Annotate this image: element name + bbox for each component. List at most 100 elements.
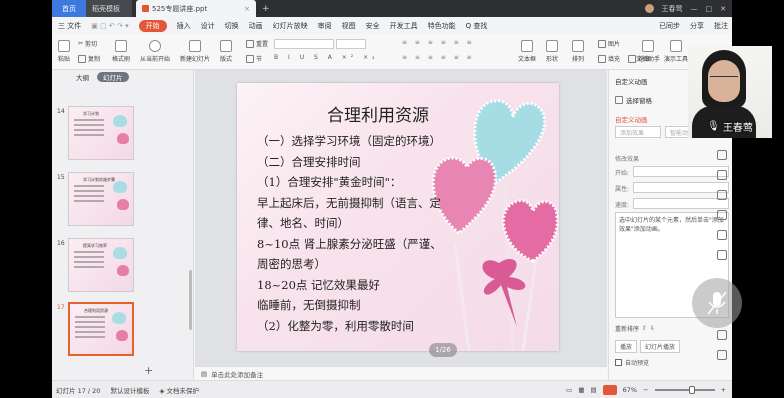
docer-tab[interactable]: 稻壳模板 (86, 0, 132, 17)
play-from-current-button[interactable]: 从当前开始 (140, 40, 170, 63)
quick-access-icons[interactable]: ▣ ▢ ↶ ↷ ▾ (91, 22, 128, 30)
move-down-icon[interactable]: ⇩ (650, 325, 655, 332)
view-sorter-icon[interactable]: ▦ (578, 386, 584, 394)
cut-button[interactable]: ✂ 剪切 (78, 39, 97, 48)
textbox-button[interactable]: 文本框 (518, 40, 536, 63)
user-avatar[interactable] (644, 4, 654, 13)
tab-slides[interactable]: 幻灯片 (97, 72, 129, 82)
menu-home[interactable]: 开始 (138, 19, 167, 32)
view-reading-icon[interactable]: ▤ (590, 386, 596, 394)
tab-outline[interactable]: 大纲 (76, 72, 89, 82)
layout-button[interactable]: 版式 (220, 40, 232, 63)
close-tab-icon[interactable]: × (244, 5, 250, 13)
mute-button[interactable] (692, 278, 742, 328)
design-template[interactable]: 默认设计模板 (110, 385, 149, 395)
help-icon[interactable] (717, 350, 727, 360)
location-icon[interactable] (717, 150, 727, 160)
menu-features[interactable]: 特色功能 (428, 21, 456, 31)
share-button[interactable]: 分享 (690, 21, 704, 31)
zoom-level[interactable]: 67% (623, 386, 637, 394)
menu-slideshow[interactable]: 幻灯片放映 (273, 21, 308, 31)
move-up-icon[interactable]: ⇧ (642, 325, 647, 332)
autopreview-row[interactable]: 自动预览 (615, 358, 649, 367)
picture-button[interactable]: 图片 (598, 39, 620, 48)
thumbnail-item[interactable]: 14 学习计划 (52, 106, 192, 164)
selection-pane-link[interactable]: 选择窗格 (615, 95, 652, 105)
modify-effect-heading: 修改效果 (615, 156, 640, 163)
thumbnail-heart-image (117, 133, 129, 144)
picture-icon (598, 39, 606, 48)
zoom-in-icon[interactable]: + (721, 386, 726, 394)
zoom-out-icon[interactable]: − (643, 386, 648, 394)
current-slide[interactable]: 合理利用资源 （一）选择学习环境（固定的环境） （二）合理安排时间 （1）合理安… (237, 83, 559, 351)
thumbnail-slide[interactable]: 提高学习效率 (68, 238, 134, 292)
font-size-select[interactable] (336, 39, 366, 49)
title-bar: 首页 稻壳模板 525专题讲座.ppt × + 王春莺 — □ ✕ (52, 0, 732, 17)
view-normal-icon[interactable]: ▭ (566, 386, 572, 394)
file-menu[interactable]: 三 文件 (58, 21, 81, 31)
thumbnail-item[interactable]: 15 学习计划实施步骤 (52, 172, 192, 230)
settings-icon[interactable] (717, 190, 727, 200)
brush-icon[interactable] (717, 170, 727, 180)
zoom-slider[interactable] (654, 385, 715, 394)
menu-security[interactable]: 安全 (366, 21, 380, 31)
play-row: 播放 幻灯片播放 (615, 340, 681, 353)
doc-assistant-button[interactable]: 文档助手 (636, 40, 660, 63)
document-tab[interactable]: 525专题讲座.ppt × (136, 0, 256, 17)
share-icon[interactable] (717, 250, 727, 260)
thumbnail-slide[interactable]: 学习计划 (68, 106, 134, 160)
add-effect-button[interactable]: 添加效果 (615, 126, 661, 138)
presenter-glasses (710, 76, 738, 82)
shape-button[interactable]: 形状 (546, 40, 558, 63)
copy-button[interactable]: 复制 (78, 54, 100, 63)
home-tab[interactable]: 首页 (52, 0, 86, 17)
fill-button[interactable]: 填充 (598, 54, 620, 63)
font-name-select[interactable] (274, 39, 334, 49)
menu-view[interactable]: 视图 (342, 21, 356, 31)
presenter-tools-button[interactable]: 演示工具 (664, 40, 688, 63)
menu-design[interactable]: 设计 (201, 21, 215, 31)
reset-button[interactable]: 重置 (246, 39, 268, 48)
download-icon[interactable] (717, 330, 727, 340)
paste-button[interactable]: 粘贴 (58, 40, 70, 63)
maximize-icon[interactable]: □ (706, 5, 713, 13)
align-buttons[interactable]: ≡ ≡ ≡ ≡ ≡ ≡ (402, 54, 475, 61)
menu-animation[interactable]: 动画 (249, 21, 263, 31)
comment-button[interactable]: 批注 (714, 21, 728, 31)
sync-status[interactable]: 已同步 (659, 21, 680, 31)
slide-title[interactable]: 合理利用资源 (327, 101, 429, 126)
thumbnail-slide[interactable]: 学习计划实施步骤 (68, 172, 134, 226)
new-slide-button[interactable]: 新建幻灯片 (180, 40, 210, 63)
status-bar-right: ▭ ▦ ▤ 67% − + (566, 384, 732, 395)
autopreview-checkbox[interactable] (615, 359, 622, 366)
zoom-slider-knob[interactable] (688, 385, 695, 394)
menu-insert[interactable]: 插入 (177, 21, 191, 31)
slide-body-text[interactable]: （一）选择学习环境（固定的环境） （二）合理安排时间 （1）合理安排"黄金时间"… (257, 131, 477, 336)
menu-review[interactable]: 审阅 (318, 21, 332, 31)
chart-icon[interactable] (717, 210, 727, 220)
notes-area[interactable]: ▤ 单击此处添加备注 (195, 366, 607, 380)
thumbnail-item[interactable]: 16 提高学习效率 (52, 238, 192, 296)
new-tab-icon[interactable]: + (262, 4, 270, 14)
shape-icon[interactable] (717, 230, 727, 240)
add-slide-icon[interactable]: + (144, 364, 153, 377)
menu-transition[interactable]: 切换 (225, 21, 239, 31)
thumbnail-item-selected[interactable]: 17 合理利用资源 (52, 302, 192, 360)
slide-line: 周密的思考） (257, 257, 326, 271)
close-window-icon[interactable]: ✕ (720, 5, 726, 13)
menu-right: 已同步 分享 批注 (659, 21, 732, 31)
play-button[interactable]: 播放 (615, 340, 638, 353)
paragraph-buttons[interactable]: ≡ ≡ ≡ ≡ ≡ ≡ (402, 39, 475, 46)
doc-protection[interactable]: ◈ 文档未保护 (159, 385, 199, 395)
minimize-icon[interactable]: — (691, 5, 698, 13)
slideshow-play-icon[interactable] (602, 384, 617, 395)
thumbnail-slide[interactable]: 合理利用资源 (68, 302, 134, 356)
search-button[interactable]: Q 查找 (466, 21, 488, 31)
section-button[interactable]: 节 (246, 54, 262, 63)
slideshow-button[interactable]: 幻灯片播放 (640, 340, 681, 353)
font-style-buttons[interactable]: B I U S A ×² ×₂ (274, 54, 379, 61)
thumbnail-scrollbar[interactable] (189, 270, 192, 330)
format-painter-button[interactable]: 格式刷 (112, 40, 130, 63)
menu-developer[interactable]: 开发工具 (390, 21, 418, 31)
arrange-button[interactable]: 排列 (572, 40, 584, 63)
